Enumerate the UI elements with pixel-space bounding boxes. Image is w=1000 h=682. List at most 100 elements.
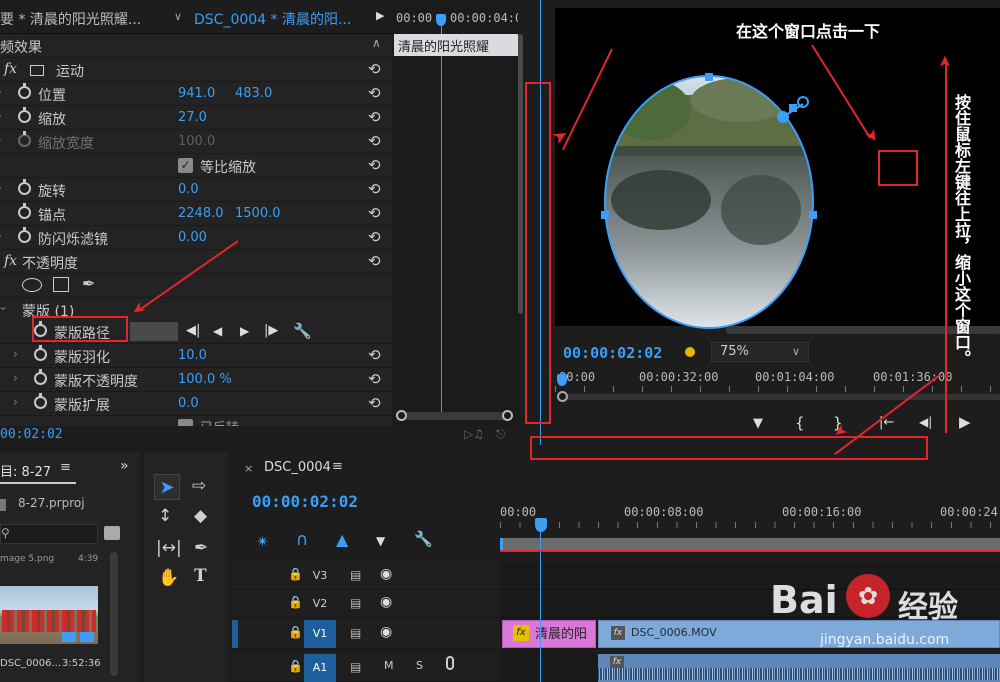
track-name-v2[interactable]: V2 [304,592,336,616]
stopwatch-icon[interactable] [18,203,31,219]
sequence-tab[interactable]: DSC_0004 * 清晨的阳... [194,9,351,29]
solo-button[interactable]: S [416,659,423,672]
mini-clip-bar[interactable]: 清晨的阳光照耀 [394,34,518,56]
monitor-ruler[interactable]: 00:00 00:00:32:00 00:01:04:00 00:01:36:0… [555,368,1000,404]
track-select-tool-icon[interactable]: ⇨ [192,476,206,496]
project-search-input[interactable]: ⚲ [0,524,98,544]
add-marker-icon[interactable]: ▼ [376,534,385,548]
project-tab[interactable]: 目: 8-27 [0,461,51,480]
sync-lock-icon[interactable]: ▤ [350,626,361,640]
linked-selection-icon[interactable]: ▲ [336,530,348,549]
reset-icon[interactable]: ⟲ [368,108,381,126]
work-area-in-marker[interactable] [500,538,503,550]
timeline-tab[interactable]: DSC_0004 [264,460,331,475]
pen-tool-icon[interactable]: ✒ [194,538,208,558]
stopwatch-icon[interactable] [34,393,47,409]
eye-icon[interactable]: ◉ [380,594,392,610]
program-timecode[interactable]: 00:00:02:02 [563,344,662,362]
step-back-icon[interactable]: ◀| [919,415,932,429]
reset-icon[interactable]: ⟲ [368,228,381,246]
expand-panels-icon[interactable]: » [120,458,129,474]
collapse-chevron-icon[interactable]: ⌄ [0,299,8,313]
expand-chevron-icon[interactable]: › [0,229,2,243]
play-arrow-icon[interactable]: ▶ [376,9,384,22]
mute-button[interactable]: M [384,659,394,672]
antiflicker-value[interactable]: 0.00 [178,230,207,245]
chevron-down-icon[interactable]: ∨ [174,10,182,23]
expand-chevron-icon[interactable]: › [13,347,18,361]
stopwatch-icon[interactable] [34,345,47,361]
lock-icon[interactable]: 🔒 [288,659,303,673]
transform-box-icon[interactable] [30,65,44,76]
scroll-handle-right[interactable] [502,410,513,421]
anchor-y-value[interactable]: 1500.0 [235,206,281,221]
lock-icon[interactable]: 🔒 [288,595,303,609]
sync-lock-icon[interactable]: ▤ [350,596,361,610]
expand-chevron-icon[interactable]: › [0,181,2,195]
hand-tool-icon[interactable]: ✋ [158,568,179,588]
mask-feather-value[interactable]: 10.0 [178,348,207,363]
clip-image-v1[interactable]: fx 清晨的阳 [502,620,596,648]
scroll-handle-left[interactable] [396,410,407,421]
collapse-up-icon[interactable]: ∧ [372,36,381,50]
track-next-frame-icon[interactable]: ▶ [240,324,249,338]
lock-icon[interactable]: 🔒 [288,625,303,639]
mask-opacity-value[interactable]: 100.0 % [178,372,232,387]
position-y-value[interactable]: 483.0 [235,86,272,101]
effect-scrollbar[interactable] [518,34,523,314]
mini-scrollbar[interactable] [398,412,512,420]
track-name-v3[interactable]: V3 [304,564,336,588]
reset-icon[interactable]: ⟲ [368,394,381,412]
reset-icon[interactable]: ⟲ [368,204,381,222]
razor-tool-icon[interactable]: ◆ [194,506,207,526]
reset-icon[interactable]: ⟲ [368,132,381,150]
track-forward-icon[interactable]: |▶ [264,323,278,338]
stopwatch-icon[interactable] [18,83,31,99]
stopwatch-icon[interactable] [18,227,31,243]
rectangle-mask-icon[interactable] [53,277,69,292]
microphone-icon[interactable] [446,656,454,670]
rotation-value[interactable]: 0.0 [178,182,199,197]
clip-thumbnail[interactable] [0,586,98,644]
type-tool-icon[interactable]: T [194,566,207,586]
slip-tool-icon[interactable]: |↔| [156,538,182,558]
timeline-ruler[interactable]: 00:00 00:00:08:00 00:00:16:00 00:00:24:0… [500,498,1000,538]
track-prev-frame-icon[interactable]: ◀ [213,324,222,338]
mark-in-icon[interactable]: { [795,414,805,432]
uniform-scale-checkbox[interactable]: ✓ [178,158,193,173]
source-tab[interactable]: 要 * 清晨的阳光照耀... [0,9,141,29]
motion-effect-row[interactable]: fx 运动 ⟲ [0,58,392,82]
reset-icon[interactable]: ⟲ [368,84,381,102]
filter-icon[interactable]: ▷♫ [464,427,484,441]
work-area-bar[interactable] [500,538,1000,550]
add-marker-icon[interactable]: ▼ [753,416,763,431]
track-name-v1[interactable]: V1 [304,620,336,648]
sync-lock-icon[interactable]: ▤ [350,568,361,582]
lock-icon[interactable]: 🔒 [288,567,303,581]
reset-icon[interactable]: ⟲ [368,370,381,388]
reset-icon[interactable]: ⟲ [368,252,381,270]
ellipse-mask-icon[interactable] [22,278,42,292]
anchor-x-value[interactable]: 2248.0 [178,206,224,221]
selection-tool-icon[interactable]: ➤ [154,474,180,500]
expand-chevron-icon[interactable]: › [0,109,2,123]
expand-chevron-icon[interactable]: › [0,85,2,99]
timeline-timecode[interactable]: 00:00:02:02 [252,492,358,511]
playhead-icon[interactable] [535,518,547,532]
track-backward-icon[interactable]: ◀| [186,323,200,338]
eye-icon[interactable]: ◉ [380,566,392,582]
stopwatch-icon[interactable] [34,369,47,385]
track-name-a1[interactable]: A1 [304,654,336,682]
eye-icon[interactable]: ◉ [380,624,392,640]
effect-timecode[interactable]: 00:02:02 [0,427,63,442]
new-bin-icon[interactable] [104,526,120,540]
reset-icon[interactable]: ⟲ [368,156,381,174]
snap-magnet-icon[interactable]: ∩ [296,530,308,550]
reset-icon[interactable]: ⟲ [368,180,381,198]
position-x-value[interactable]: 941.0 [178,86,215,101]
sync-lock-icon[interactable]: ▤ [350,660,361,674]
mask-expansion-value[interactable]: 0.0 [178,396,199,411]
expand-chevron-icon[interactable]: › [0,133,2,147]
scroll-handle-left[interactable] [557,391,568,402]
pen-mask-icon[interactable]: ✒ [82,274,95,293]
